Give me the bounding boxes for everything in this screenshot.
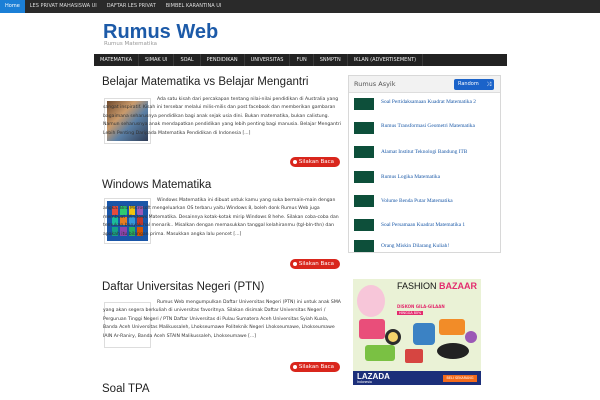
circle-icon <box>293 262 297 266</box>
shuffle-icon: ⤨ <box>486 81 491 88</box>
ad-discount: HINGGA 80% <box>397 311 424 315</box>
read-more-label: Silakan Baca <box>298 159 334 165</box>
read-more-button[interactable]: Silakan Baca <box>290 157 340 167</box>
post-excerpt: Rumus Web mengumpulkan Daftar Universita… <box>103 300 341 339</box>
advertisement-banner[interactable]: FASHION BAZAAR DISKON GILA-GILAAN HINGGA… <box>353 279 481 385</box>
sidebar-item-link[interactable]: Alamat Institut Teknologi Bandung ITB <box>381 148 499 156</box>
read-more-label: Silakan Baca <box>298 364 334 370</box>
sidebar-title: Rumus Asyik <box>354 80 396 88</box>
post-title[interactable]: Daftar Universitas Negeri (PTN) <box>102 281 264 293</box>
sidebar-item-link[interactable]: Orang Miskin Dilarang Kuliah! <box>381 242 499 250</box>
ad-headline: FASHION BAZAAR <box>397 281 481 291</box>
random-label: Random <box>458 81 479 87</box>
top-bar: Home LES PRIVAT MAHASISWA UI DAFTAR LES … <box>0 0 600 13</box>
ad-subline: DISKON GILA-GILAAN <box>397 304 445 309</box>
sidebar-item-link[interactable]: Rumus Transformasi Geometri Matematika <box>381 122 499 130</box>
ad-headline-1: FASHION <box>397 281 437 291</box>
circle-icon <box>293 160 297 164</box>
sidebar-item-thumbnail <box>354 98 374 110</box>
ad-headline-2: BAZAAR <box>439 281 478 291</box>
post-excerpt: Windows Matematika ini dibuat untuk kamu… <box>103 198 339 237</box>
sidebar-item-link[interactable]: Rumus Logika Matematika <box>381 173 499 181</box>
nav-item-fun[interactable]: FUN <box>290 54 314 66</box>
nav-item-snmptn[interactable]: SNMPTN <box>314 54 348 66</box>
random-button[interactable]: Random ⤨ <box>454 79 494 90</box>
post-excerpt: Ada satu kisah dari percakapan tentang n… <box>103 97 341 136</box>
circle-icon <box>293 365 297 369</box>
sidebar-item-link[interactable]: Volume Benda Putar Matematika <box>381 197 499 205</box>
sidebar-item-thumbnail <box>354 122 374 134</box>
nav-item-iklan[interactable]: IKLAN (ADVERTISEMENT) <box>348 54 424 66</box>
read-more-button[interactable]: Silakan Baca <box>290 259 340 269</box>
nav-item-universitas[interactable]: UNIVERSITAS <box>245 54 291 66</box>
post-title[interactable]: Soal TPA <box>102 383 150 395</box>
nav-item-pendidikan[interactable]: PENDIDIKAN <box>201 54 245 66</box>
nav-item-simak-ui[interactable]: SIMAK UI <box>139 54 175 66</box>
nav-item-soal[interactable]: SOAL <box>174 54 201 66</box>
sidebar-item-thumbnail <box>354 195 374 207</box>
sidebar-item-thumbnail <box>354 240 374 252</box>
site-description: Rumus Matematika <box>104 41 158 47</box>
sidebar-item-link[interactable]: Soal Pertidaksamaan Kuadrat Matematika 2 <box>381 98 499 106</box>
sidebar-item-thumbnail <box>354 171 374 183</box>
sidebar-item-thumbnail <box>354 219 374 231</box>
read-more-label: Silakan Baca <box>298 261 334 267</box>
post-title[interactable]: Belajar Matematika vs Belajar Mengantri <box>102 76 308 88</box>
topbar-link-bimbel-karantina[interactable]: BIMBEL KARANTINA UI <box>161 0 227 13</box>
sidebar-widget: Rumus Asyik Random ⤨ Soal Pertidaksamaan … <box>348 75 501 253</box>
main-nav: MATEMATIKA SIMAK UI SOAL PENDIDIKAN UNIV… <box>94 54 507 66</box>
lazada-logo: LAZADA Indonesia <box>357 372 390 384</box>
post-title[interactable]: Windows Matematika <box>102 179 211 191</box>
ad-cta-button[interactable]: BELI SEKARANG <box>443 375 477 382</box>
sidebar-item-thumbnail <box>354 146 374 158</box>
ad-artwork <box>353 279 481 371</box>
read-more-button[interactable]: Silakan Baca <box>290 362 340 372</box>
topbar-link-home[interactable]: Home <box>0 0 25 13</box>
sidebar-header: Rumus Asyik Random ⤨ <box>349 76 500 93</box>
topbar-link-daftar-les-privat[interactable]: DAFTAR LES PRIVAT <box>102 0 161 13</box>
nav-item-matematika[interactable]: MATEMATIKA <box>94 54 140 66</box>
sidebar-item-link[interactable]: Soal Persamaan Kuadrat Matematika 1 <box>381 221 499 229</box>
topbar-link-les-privat-mahasiswa[interactable]: LES PRIVAT MAHASISWA UI <box>25 0 102 13</box>
